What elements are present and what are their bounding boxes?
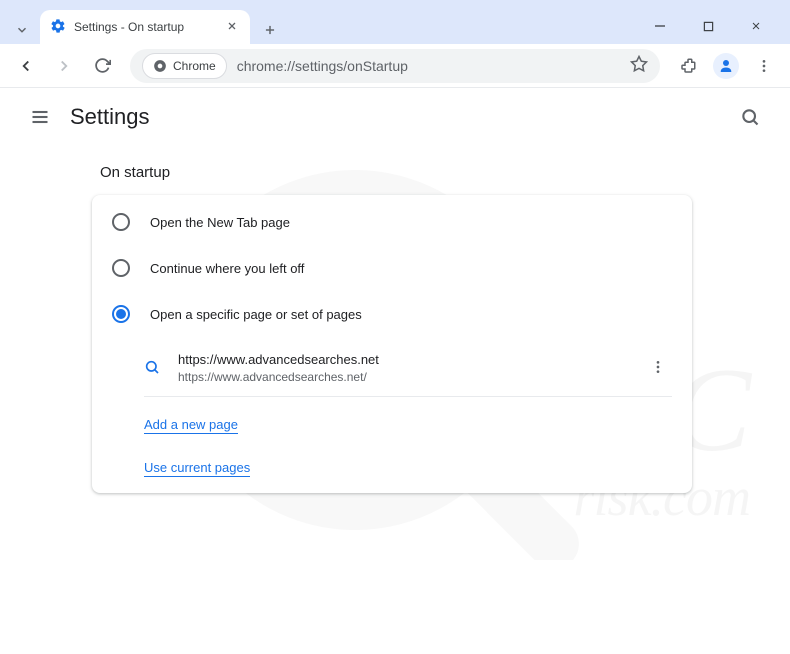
page-title: Settings xyxy=(70,104,150,130)
search-icon xyxy=(144,359,160,378)
window-controls xyxy=(642,6,782,40)
back-button[interactable] xyxy=(10,50,42,82)
profile-button[interactable] xyxy=(710,50,742,82)
menu-button[interactable] xyxy=(748,50,780,82)
gear-icon xyxy=(50,18,66,37)
maximize-button[interactable] xyxy=(690,12,726,40)
radio-option-new-tab[interactable]: Open the New Tab page xyxy=(92,199,692,245)
new-tab-button[interactable] xyxy=(256,16,284,44)
forward-button[interactable] xyxy=(48,50,80,82)
search-settings-button[interactable] xyxy=(730,97,770,137)
page-entry-more-button[interactable] xyxy=(644,353,672,384)
chrome-chip-label: Chrome xyxy=(173,59,216,73)
radio-label: Open a specific page or set of pages xyxy=(150,307,362,322)
settings-content: On startup Open the New Tab page Continu… xyxy=(0,164,790,493)
on-startup-card: Open the New Tab page Continue where you… xyxy=(92,195,692,493)
reload-button[interactable] xyxy=(86,50,118,82)
page-entry-url: https://www.advancedsearches.net/ xyxy=(178,369,626,386)
radio-icon xyxy=(112,213,130,231)
use-current-pages-link[interactable]: Use current pages xyxy=(144,460,250,477)
add-page-row: Add a new page xyxy=(92,403,692,446)
chrome-chip: Chrome xyxy=(142,53,227,79)
browser-toolbar: Chrome chrome://settings/onStartup xyxy=(0,44,790,88)
use-current-row: Use current pages xyxy=(92,446,692,489)
settings-header: Settings xyxy=(0,88,790,146)
hamburger-menu-button[interactable] xyxy=(20,97,60,137)
radio-icon-selected xyxy=(112,305,130,323)
minimize-button[interactable] xyxy=(642,12,678,40)
page-entry-name: https://www.advancedsearches.net xyxy=(178,351,626,369)
startup-page-entry: https://www.advancedsearches.net https:/… xyxy=(144,343,672,397)
radio-option-continue[interactable]: Continue where you left off xyxy=(92,245,692,291)
browser-tab[interactable]: Settings - On startup xyxy=(40,10,250,44)
close-window-button[interactable] xyxy=(738,12,774,40)
radio-option-specific-pages[interactable]: Open a specific page or set of pages xyxy=(92,291,692,337)
close-tab-button[interactable] xyxy=(224,18,240,37)
tab-title: Settings - On startup xyxy=(74,20,216,34)
url-text: chrome://settings/onStartup xyxy=(237,58,408,74)
window-titlebar: Settings - On startup xyxy=(0,0,790,44)
bookmark-star-icon[interactable] xyxy=(630,55,648,76)
section-title: On startup xyxy=(100,164,790,181)
address-bar[interactable]: Chrome chrome://settings/onStartup xyxy=(130,49,660,83)
radio-icon xyxy=(112,259,130,277)
radio-label: Open the New Tab page xyxy=(150,215,290,230)
radio-label: Continue where you left off xyxy=(150,261,304,276)
chrome-logo-icon xyxy=(153,59,167,73)
extensions-button[interactable] xyxy=(672,50,704,82)
add-new-page-link[interactable]: Add a new page xyxy=(144,417,238,434)
tab-search-dropdown[interactable] xyxy=(8,16,36,44)
avatar xyxy=(713,53,739,79)
